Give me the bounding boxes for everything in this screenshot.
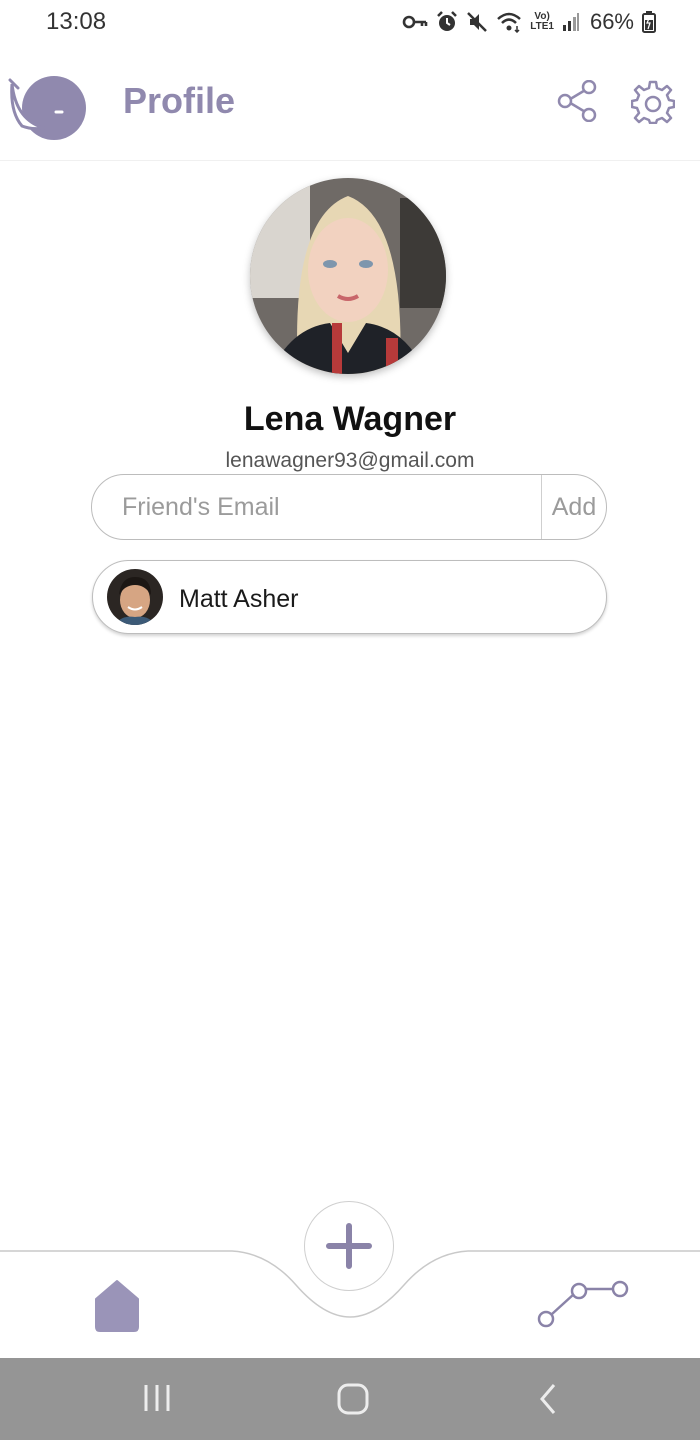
home-icon <box>95 1280 139 1332</box>
bottom-nav <box>0 1195 700 1360</box>
signal-icon <box>562 13 579 31</box>
battery-icon <box>642 11 656 33</box>
status-bar: 13:08 Vo) LTE1 66% <box>0 0 700 44</box>
status-time: 13:08 <box>46 8 107 35</box>
share-button[interactable] <box>556 80 598 122</box>
profile-photo <box>250 178 446 374</box>
friend-email-input[interactable] <box>122 475 532 539</box>
friend-list-item[interactable]: Matt Asher <box>92 560 607 634</box>
plus-icon <box>326 1223 372 1269</box>
wifi-icon <box>497 12 522 33</box>
route-button[interactable] <box>534 1279 632 1329</box>
share-icon <box>557 80 597 122</box>
avatar <box>107 569 163 625</box>
system-nav-bar <box>0 1358 700 1440</box>
vpn-key-icon <box>402 15 428 29</box>
profile-name: Lena Wagner <box>243 400 457 438</box>
home-system-icon[interactable] <box>336 1382 370 1416</box>
battery-percent: 66% <box>589 9 634 34</box>
recents-icon[interactable] <box>142 1382 172 1414</box>
profile-avatar[interactable] <box>250 178 446 374</box>
home-button[interactable] <box>92 1279 142 1333</box>
snail-logo-icon <box>8 76 86 140</box>
friend-name: Matt Asher <box>179 585 299 613</box>
app-header: Profile <box>0 56 700 161</box>
gear-icon <box>631 80 675 124</box>
add-friend-button[interactable]: Add <box>542 475 606 539</box>
add-button[interactable] <box>304 1201 394 1291</box>
network-type: Vo) LTE1 <box>530 11 554 32</box>
settings-button[interactable] <box>631 80 675 124</box>
add-friend-form: Add <box>91 474 607 540</box>
mute-icon <box>467 12 488 32</box>
page-title: Profile <box>123 80 236 121</box>
profile-email: lenawagner93@gmail.com <box>225 449 475 472</box>
status-icons: Vo) LTE1 66% <box>402 8 656 36</box>
back-icon[interactable] <box>536 1382 560 1416</box>
route-icon <box>537 1280 629 1328</box>
alarm-icon <box>437 11 458 31</box>
